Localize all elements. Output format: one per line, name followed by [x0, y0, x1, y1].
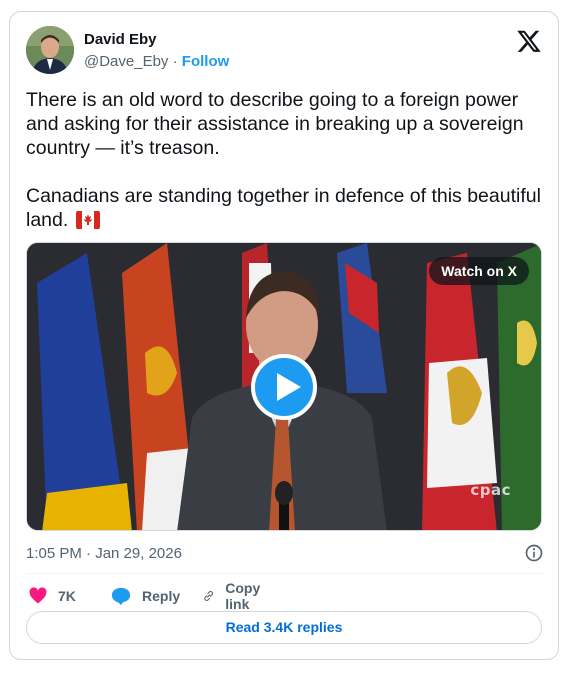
like-count: 7K — [58, 588, 76, 604]
copy-link-label: Copy link — [225, 580, 261, 612]
divider — [26, 573, 544, 574]
reply-label: Reply — [142, 588, 181, 604]
x-logo-icon[interactable] — [516, 28, 542, 54]
author-handle[interactable]: @Dave_Eby — [84, 53, 168, 70]
heart-icon — [29, 587, 47, 604]
reply-button[interactable]: Reply — [110, 584, 180, 608]
tweet-card: David Eby @Dave_Eby · Follow There is an… — [9, 11, 559, 660]
handle-row: @Dave_Eby · Follow — [84, 53, 229, 70]
avatar[interactable] — [26, 26, 74, 74]
tweet-body: There is an old word to describe going t… — [26, 89, 541, 231]
separator: · — [172, 53, 178, 70]
play-icon[interactable] — [251, 354, 317, 420]
copy-link-button[interactable]: Copy link — [202, 580, 267, 612]
reply-bubble-icon — [111, 587, 131, 606]
watch-on-x-button[interactable]: Watch on X — [429, 257, 529, 285]
tweet-text: There is an old word to describe going t… — [26, 88, 546, 232]
like-button[interactable]: 7K — [28, 584, 76, 608]
timestamp-link[interactable]: 1:05 PM · Jan 29, 2026 — [26, 545, 182, 562]
video-player[interactable]: Watch on X cpac — [26, 242, 542, 531]
link-icon — [204, 591, 213, 601]
canada-flag-icon — [75, 211, 100, 229]
cpac-watermark: cpac — [470, 481, 511, 499]
timestamp-row: 1:05 PM · Jan 29, 2026 — [26, 542, 544, 564]
follow-button[interactable]: Follow — [182, 53, 230, 70]
info-icon[interactable] — [524, 543, 544, 563]
read-replies-button[interactable]: Read 3.4K replies — [26, 611, 542, 644]
author-name[interactable]: David Eby — [84, 31, 157, 48]
profile-photo — [26, 26, 74, 74]
